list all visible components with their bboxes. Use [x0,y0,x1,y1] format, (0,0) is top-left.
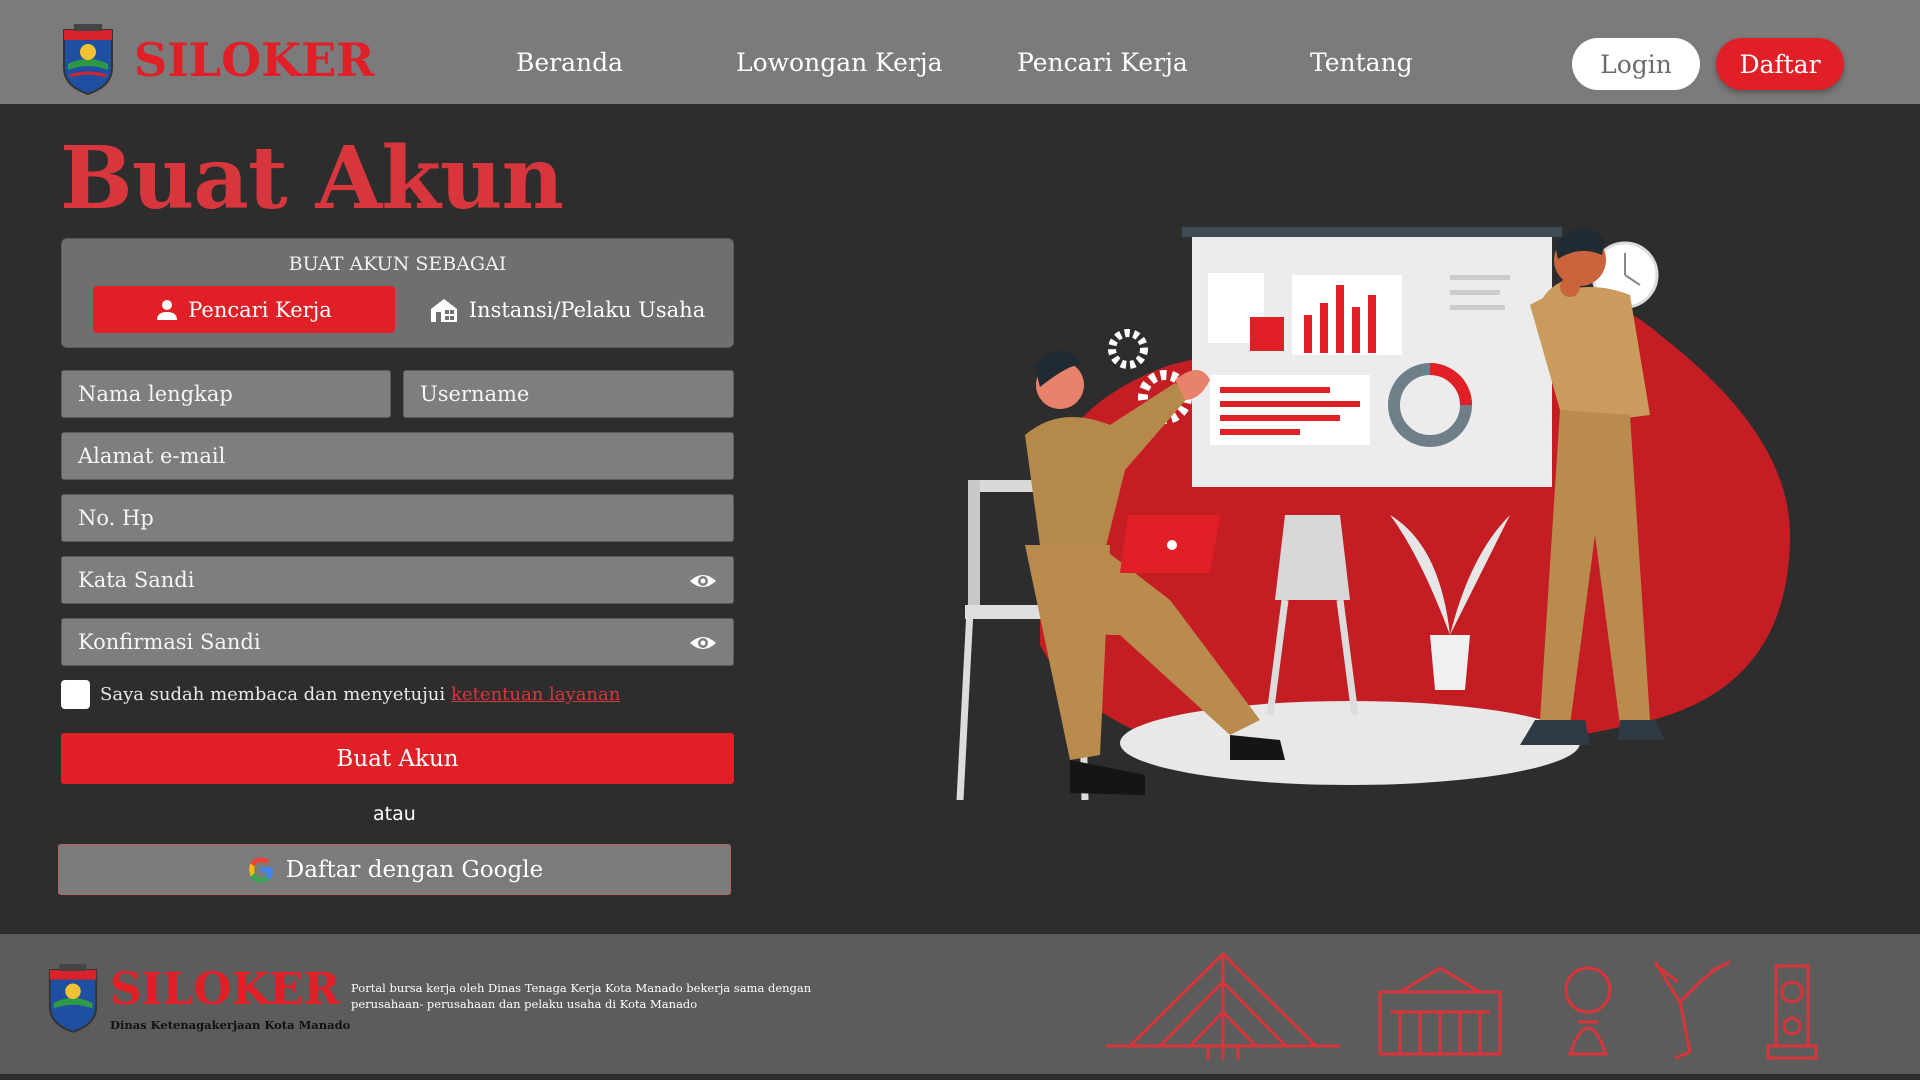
top-navbar: SILOKER Beranda Lowongan Kerja Pencari K… [0,0,1920,104]
create-account-button[interactable]: Buat Akun [61,733,734,784]
city-crest-icon [48,964,98,1033]
eye-icon[interactable] [689,631,717,655]
footer-subtitle: Dinas Ketenagakerjaan Kota Manado [110,1018,351,1032]
hero-illustration [956,227,1790,801]
nav-beranda[interactable]: Beranda [516,48,623,77]
separator-text: atau [373,803,416,825]
person-icon [157,299,178,320]
nav-lowongan-kerja[interactable]: Lowongan Kerja [736,48,943,77]
google-icon [249,857,273,882]
email-input[interactable]: Alamat e-mail [61,432,734,480]
register-button[interactable]: Daftar [1716,38,1844,90]
confirm-password-input[interactable]: Konfirmasi Sandi [61,618,734,666]
footer-brand: SILOKER [110,964,340,1015]
fullname-input[interactable]: Nama lengkap [61,370,391,418]
eye-icon[interactable] [689,569,717,593]
phone-input[interactable]: No. Hp [61,494,734,542]
google-signup-label: Daftar dengan Google [285,856,544,883]
building-icon [430,298,457,322]
confirm-password-placeholder: Konfirmasi Sandi [78,630,261,654]
username-input[interactable]: Username [403,370,734,418]
login-button[interactable]: Login [1572,38,1700,90]
terms-row: Saya sudah membaca dan menyetujui ketent… [61,680,620,709]
city-crest-icon [63,24,113,96]
role-option-label: Instansi/Pelaku Usaha [468,297,706,322]
brand-name: SILOKER [134,33,375,87]
role-option-pencari-kerja[interactable]: Pencari Kerja [93,286,395,333]
role-selector: BUAT AKUN SEBAGAI Pencari Kerja Instansi… [61,238,734,348]
terms-link[interactable]: ketentuan layanan [451,684,620,705]
landmarks-icon [1106,951,1818,1060]
terms-text: Saya sudah membaca dan menyetujui [100,684,446,705]
nav-pencari-kerja[interactable]: Pencari Kerja [1017,48,1188,77]
footer-bottom-strip [0,1074,1920,1080]
password-input[interactable]: Kata Sandi [61,556,734,604]
page-title: Buat Akun [60,128,564,229]
site-footer: SILOKER Dinas Ketenagakerjaan Kota Manad… [0,934,1920,1074]
nav-tentang[interactable]: Tentang [1310,48,1413,77]
role-caption: BUAT AKUN SEBAGAI [288,253,507,275]
terms-checkbox[interactable] [61,680,90,709]
site-logo[interactable]: SILOKER [58,24,374,96]
role-option-instansi[interactable]: Instansi/Pelaku Usaha [427,286,707,333]
google-signup-button[interactable]: Daftar dengan Google [58,844,731,895]
password-placeholder: Kata Sandi [78,568,195,592]
footer-description: Portal bursa kerja oleh Dinas Tenaga Ker… [351,981,812,1011]
role-option-label: Pencari Kerja [188,297,332,322]
